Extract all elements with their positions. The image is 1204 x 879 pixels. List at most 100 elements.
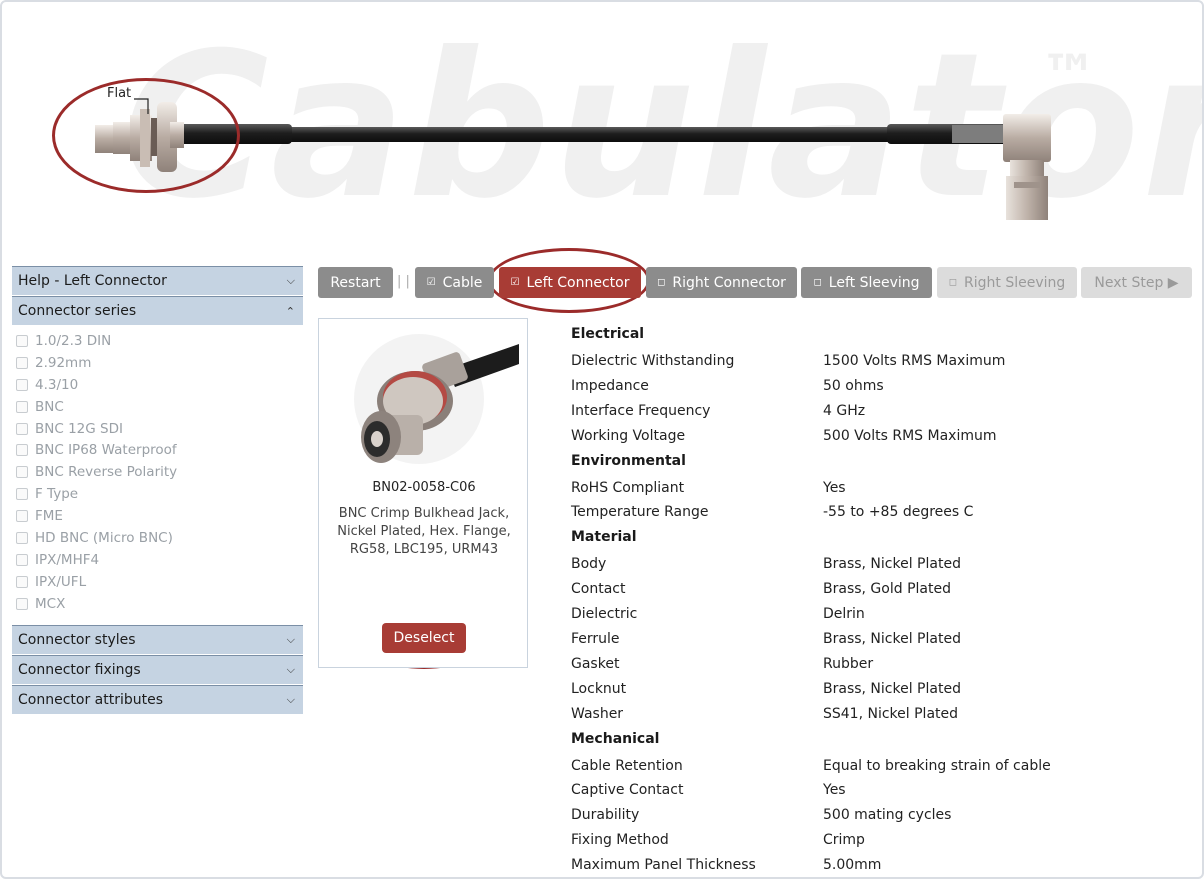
spec-value: Brass, Nickel Plated bbox=[823, 556, 961, 573]
left-connector-step-button[interactable]: ☑ Left Connector bbox=[499, 267, 641, 298]
series-option[interactable]: 4.3/10 bbox=[16, 374, 303, 396]
checkbox-checked-icon: ☑ bbox=[510, 277, 520, 288]
product-description: BNC Crimp Bulkhead Jack, Nickel Plated, … bbox=[337, 506, 511, 557]
connector-product-image bbox=[354, 334, 519, 464]
spec-value: Equal to breaking strain of cable bbox=[823, 757, 1051, 774]
spec-value: Brass, Gold Plated bbox=[823, 581, 951, 598]
right-sleeving-step-label: Right Sleeving bbox=[964, 274, 1066, 291]
spec-row: Body Brass, Nickel Plated bbox=[571, 552, 1191, 577]
checkbox-icon[interactable] bbox=[16, 466, 28, 479]
series-option[interactable]: MCX bbox=[16, 593, 303, 615]
series-option[interactable]: BNC 12G SDI bbox=[16, 418, 303, 440]
series-option-label: FME bbox=[35, 508, 63, 525]
series-option-label: 4.3/10 bbox=[35, 376, 79, 393]
series-option[interactable]: 1.0/2.3 DIN bbox=[16, 330, 303, 352]
filter-sidebar: Help - Left Connector ⌵ Connector series… bbox=[12, 266, 303, 715]
series-option-label: 2.92mm bbox=[35, 354, 92, 371]
chevron-down-icon: ⌵ bbox=[286, 662, 295, 676]
spec-row: Cable Retention Equal to breaking strain … bbox=[571, 754, 1191, 779]
checkbox-icon[interactable] bbox=[16, 444, 28, 457]
cable-body bbox=[182, 127, 982, 142]
connector-series-accordion[interactable]: Connector series ⌃ bbox=[12, 296, 303, 325]
checkbox-icon[interactable] bbox=[16, 334, 28, 347]
series-option[interactable]: IPX/UFL bbox=[16, 571, 303, 593]
spec-row: Durability 500 mating cycles bbox=[571, 803, 1191, 828]
help-accordion[interactable]: Help - Left Connector ⌵ bbox=[12, 266, 303, 295]
series-option-label: BNC bbox=[35, 398, 64, 415]
spec-key: Durability bbox=[571, 807, 640, 824]
series-option[interactable]: BNC Reverse Polarity bbox=[16, 461, 303, 483]
connector-styles-accordion[interactable]: Connector styles ⌵ bbox=[12, 624, 303, 654]
checkbox-icon[interactable] bbox=[16, 510, 28, 523]
right-connector-graphic bbox=[952, 114, 1051, 220]
checkbox-checked-icon: ☑ bbox=[426, 277, 436, 288]
spec-value: SS41, Nickel Plated bbox=[823, 705, 959, 722]
next-step-button[interactable]: Next Step ▶ bbox=[1081, 267, 1192, 298]
deselect-button[interactable]: Deselect bbox=[382, 623, 466, 653]
series-option-label: HD BNC (Micro BNC) bbox=[35, 529, 173, 546]
left-connector-step-label: Left Connector bbox=[526, 274, 630, 291]
checkbox-icon[interactable] bbox=[16, 356, 28, 369]
spec-key: Dielectric Withstanding bbox=[571, 353, 735, 369]
spec-value: 500 mating cycles bbox=[823, 807, 952, 824]
spec-key: Fixing Method bbox=[571, 832, 669, 849]
series-option[interactable]: 2.92mm bbox=[16, 352, 303, 374]
series-option-label: IPX/UFL bbox=[35, 573, 87, 590]
spec-value: 50 ohms bbox=[823, 377, 884, 394]
spec-value: Brass, Nickel Plated bbox=[823, 631, 961, 648]
spec-value: Brass, Nickel Plated bbox=[823, 680, 961, 697]
right-connector-step-button[interactable]: ◻ Right Connector bbox=[646, 267, 797, 298]
spec-row: Fixing Method Crimp bbox=[571, 828, 1191, 853]
series-option[interactable]: F Type bbox=[16, 483, 303, 505]
series-option[interactable]: BNC IP68 Waterproof bbox=[16, 439, 303, 461]
left-sleeving-step-button[interactable]: ◻ Left Sleeving bbox=[801, 267, 932, 298]
spec-value: Rubber bbox=[823, 655, 874, 672]
checkbox-icon[interactable] bbox=[16, 488, 28, 501]
spec-value: 500 Volts RMS Maximum bbox=[823, 427, 997, 444]
series-option-label: IPX/MHF4 bbox=[35, 551, 100, 568]
spec-row: RoHS Compliant Yes bbox=[571, 476, 1191, 501]
spec-value: Delrin bbox=[823, 606, 865, 623]
spec-row: Washer SS41, Nickel Plated bbox=[571, 702, 1191, 727]
right-connector-step-label: Right Connector bbox=[672, 274, 786, 291]
product-sku: BN02-0058-C06 bbox=[372, 480, 476, 495]
series-option[interactable]: HD BNC (Micro BNC) bbox=[16, 527, 303, 549]
checkbox-empty-icon: ◻ bbox=[948, 277, 958, 288]
checkbox-empty-icon: ◻ bbox=[813, 277, 822, 288]
connector-fixings-accordion[interactable]: Connector fixings ⌵ bbox=[12, 654, 303, 684]
checkbox-icon[interactable] bbox=[16, 553, 28, 566]
restart-button[interactable]: Restart bbox=[318, 267, 393, 298]
series-option[interactable]: FME bbox=[16, 505, 303, 527]
checkbox-icon[interactable] bbox=[16, 575, 28, 588]
spec-value: 1500 Volts RMS Maximum bbox=[823, 353, 1006, 369]
series-option[interactable]: BNC bbox=[16, 396, 303, 418]
series-option[interactable]: IPX/MHF4 bbox=[16, 549, 303, 571]
checkbox-empty-icon: ◻ bbox=[657, 277, 666, 288]
spec-key: Captive Contact bbox=[571, 782, 684, 799]
spec-key: Maximum Panel Thickness bbox=[571, 857, 756, 874]
spec-row: Captive Contact Yes bbox=[571, 778, 1191, 803]
checkbox-icon[interactable] bbox=[16, 422, 28, 435]
checkbox-icon[interactable] bbox=[16, 378, 28, 391]
checkbox-icon[interactable] bbox=[16, 400, 28, 413]
spec-key: Body bbox=[571, 556, 607, 573]
series-option-label: 1.0/2.3 DIN bbox=[35, 332, 112, 349]
cable-step-button[interactable]: ☑ Cable bbox=[415, 267, 494, 298]
series-option-label: BNC IP68 Waterproof bbox=[35, 442, 177, 459]
spec-value: Crimp bbox=[823, 832, 865, 849]
checkbox-icon[interactable] bbox=[16, 531, 28, 544]
spec-key: Working Voltage bbox=[571, 427, 686, 444]
specifications-table: Electrical Dielectric Withstanding 1500 V… bbox=[571, 322, 1191, 877]
chevron-up-icon: ⌃ bbox=[285, 304, 295, 318]
spec-value: Yes bbox=[823, 782, 846, 799]
spec-key: Temperature Range bbox=[571, 504, 709, 521]
series-option-label: BNC 12G SDI bbox=[35, 420, 123, 437]
connector-attributes-accordion[interactable]: Connector attributes ⌵ bbox=[12, 684, 303, 714]
spec-key: Contact bbox=[571, 581, 626, 598]
connector-fixings-label: Connector fixings bbox=[18, 661, 141, 678]
spec-row: Working Voltage 500 Volts RMS Maximum bbox=[571, 424, 1191, 449]
checkbox-icon[interactable] bbox=[16, 597, 28, 610]
spec-key: Interface Frequency bbox=[571, 402, 711, 419]
right-sleeving-step-button[interactable]: ◻ Right Sleeving bbox=[937, 267, 1077, 298]
spec-key: Cable Retention bbox=[571, 757, 683, 774]
